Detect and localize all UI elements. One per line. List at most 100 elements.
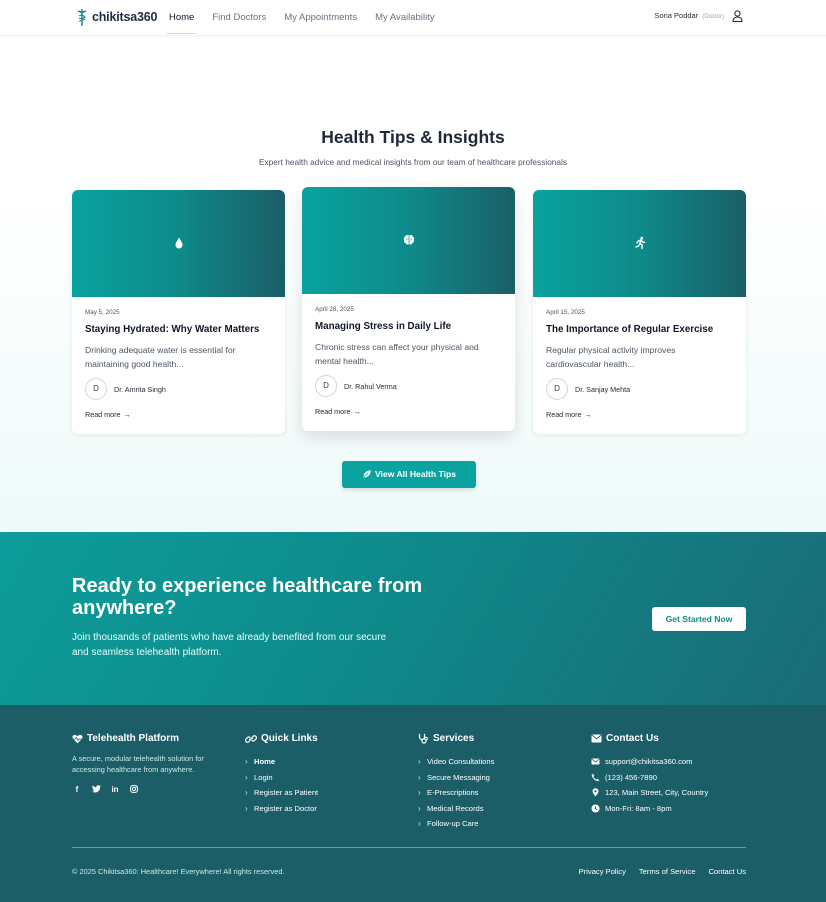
footer-service-item[interactable]: › Follow-up Care — [418, 816, 494, 832]
user-role: (Doctor) — [702, 14, 724, 20]
contact-phone[interactable]: (123) 456-7890 — [591, 770, 708, 786]
footer-contact: Contact Us support@chikitsa360.com (123)… — [591, 733, 708, 816]
footer: Telehealth Platform A secure, modular te… — [0, 705, 826, 902]
footer-service-item[interactable]: › Video Consultations — [418, 754, 494, 770]
user-menu[interactable]: Sona Poddar (Doctor) — [654, 11, 724, 20]
author-name: Dr. Rahul Verma — [344, 382, 397, 391]
legal-links: Privacy Policy Terms of Service Contact … — [579, 867, 746, 876]
section-subtitle: Expert health advice and medical insight… — [258, 157, 568, 167]
footer-service-label: E-Prescriptions — [427, 788, 479, 798]
footer-services: Services › Video Consultations › Secure Me… — [418, 733, 494, 832]
arrow-right-icon: → — [353, 407, 361, 416]
view-all-label: View All Health Tips — [374, 469, 457, 479]
footer-quick-links-title: Quick Links — [261, 733, 318, 744]
card-title[interactable]: Staying Hydrated: Why Water Matters — [85, 324, 259, 335]
twitter-icon[interactable] — [91, 785, 101, 795]
footer-link-label: Home — [254, 757, 276, 767]
terms-of-service-link[interactable]: Terms of Service — [639, 867, 696, 876]
health-tip-card[interactable]: April 28, 2025 Managing Stress in Daily … — [302, 187, 515, 431]
author-avatar: D — [85, 378, 107, 400]
footer-service-label: Video Consultations — [427, 757, 495, 767]
cta-title: Ready to experience healthcare from anyw… — [72, 575, 423, 619]
arrow-right-icon: → — [123, 410, 131, 419]
clock-icon — [591, 804, 600, 813]
top-navbar: chikitsa360 Home Find Doctors My Appoint… — [0, 0, 826, 36]
chevron-right-icon: › — [245, 772, 248, 782]
footer-divider — [72, 847, 746, 848]
card-excerpt: Regular physical activity improves cardi… — [546, 345, 676, 369]
footer-link-login[interactable]: › Login — [245, 770, 318, 786]
footer-service-item[interactable]: › Secure Messaging — [418, 770, 494, 786]
section-title: Health Tips & Insights — [321, 127, 505, 147]
footer-heading: Quick Links — [245, 733, 318, 744]
privacy-policy-link[interactable]: Privacy Policy — [579, 867, 626, 876]
author-avatar: D — [546, 378, 568, 400]
footer-link-label: Register as Doctor — [254, 803, 317, 813]
card-excerpt: Drinking adequate water is essential for… — [85, 345, 236, 369]
footer-service-label: Medical Records — [427, 803, 484, 813]
read-more-label: Read more — [315, 407, 351, 416]
footer-link-register-patient[interactable]: › Register as Patient — [245, 785, 318, 801]
user-icon[interactable] — [732, 10, 743, 22]
footer-heading: Telehealth Platform — [72, 733, 232, 744]
leaf-icon — [363, 470, 371, 478]
map-pin-icon — [592, 788, 599, 797]
nav-link-find-doctors[interactable]: Find Doctors — [212, 0, 266, 36]
card-excerpt: Chronic stress can affect your physical … — [315, 342, 479, 366]
health-tip-card[interactable]: May 5, 2025 Staying Hydrated: Why Water … — [72, 190, 285, 434]
brand-name: chikitsa360 — [92, 10, 158, 24]
heart-pulse-icon — [72, 734, 83, 743]
card-banner — [302, 187, 515, 294]
cta-section: Ready to experience healthcare from anyw… — [0, 532, 826, 705]
footer-service-item[interactable]: › Medical Records — [418, 801, 494, 817]
nav-link-my-availability[interactable]: My Availability — [375, 0, 435, 36]
card-title[interactable]: Managing Stress in Daily Life — [315, 321, 451, 332]
health-tip-card[interactable]: April 15, 2025 The Importance of Regular… — [533, 190, 746, 434]
read-more-link[interactable]: Read more → — [546, 410, 592, 419]
nav-link-my-appointments[interactable]: My Appointments — [284, 0, 357, 36]
contact-address: 123, Main Street, City, Country — [591, 785, 708, 801]
chevron-right-icon: › — [245, 803, 248, 813]
footer-service-label: Follow-up Care — [427, 819, 479, 829]
footer-link-register-doctor[interactable]: › Register as Doctor — [245, 801, 318, 817]
author-name: Dr. Sanjay Mehta — [575, 385, 631, 394]
contact-email-text: support@chikitsa360.com — [605, 757, 693, 767]
water-drop-icon — [175, 237, 183, 249]
copyright: © 2025 Chikitsa360: Healthcare! Everywhe… — [72, 867, 285, 876]
card-title[interactable]: The Importance of Regular Exercise — [546, 324, 713, 335]
footer-description: A secure, modular telehealth solution fo… — [72, 754, 204, 774]
footer-service-item[interactable]: › E-Prescriptions — [418, 785, 494, 801]
running-icon — [635, 236, 646, 250]
footer-link-label: Login — [254, 772, 273, 782]
contact-list: support@chikitsa360.com (123) 456-7890 1… — [591, 754, 708, 816]
read-more-link[interactable]: Read more → — [85, 410, 131, 419]
read-more-label: Read more — [85, 410, 121, 419]
card-banner — [533, 190, 746, 297]
user-name: Sona Poddar — [654, 11, 699, 20]
link-icon — [245, 734, 257, 743]
contact-email[interactable]: support@chikitsa360.com — [591, 754, 708, 770]
footer-heading: Services — [418, 733, 494, 744]
contact-us-link[interactable]: Contact Us — [708, 867, 746, 876]
contact-hours: Mon-Fri: 8am - 8pm — [591, 801, 708, 817]
instagram-icon[interactable] — [129, 785, 139, 795]
chevron-right-icon: › — [418, 788, 421, 798]
footer-platform-title: Telehealth Platform — [87, 733, 180, 744]
nav-link-home[interactable]: Home — [166, 0, 197, 36]
footer-quick-links: Quick Links › Home › Login › Register as Pa… — [245, 733, 318, 816]
footer-link-home[interactable]: › Home — [245, 754, 318, 770]
caduceus-logo-icon — [77, 9, 87, 26]
footer-services-title: Services — [433, 733, 475, 744]
cta-text: Join thousands of patients who have alre… — [72, 632, 387, 658]
health-tips-section: Health Tips & Insights Expert health adv… — [0, 36, 826, 532]
chevron-right-icon: › — [418, 772, 421, 782]
contact-address-text: 123, Main Street, City, Country — [605, 788, 709, 798]
get-started-button[interactable]: Get Started Now — [652, 607, 746, 631]
read-more-link[interactable]: Read more → — [315, 407, 361, 416]
linkedin-icon[interactable]: in — [110, 785, 120, 795]
facebook-icon[interactable]: f — [72, 785, 82, 795]
view-all-health-tips-button[interactable]: View All Health Tips — [342, 461, 476, 488]
brand[interactable]: chikitsa360 — [75, 7, 157, 27]
quick-links-list: › Home › Login › Register as Patient › Regis… — [245, 754, 318, 816]
envelope-icon — [591, 734, 602, 743]
